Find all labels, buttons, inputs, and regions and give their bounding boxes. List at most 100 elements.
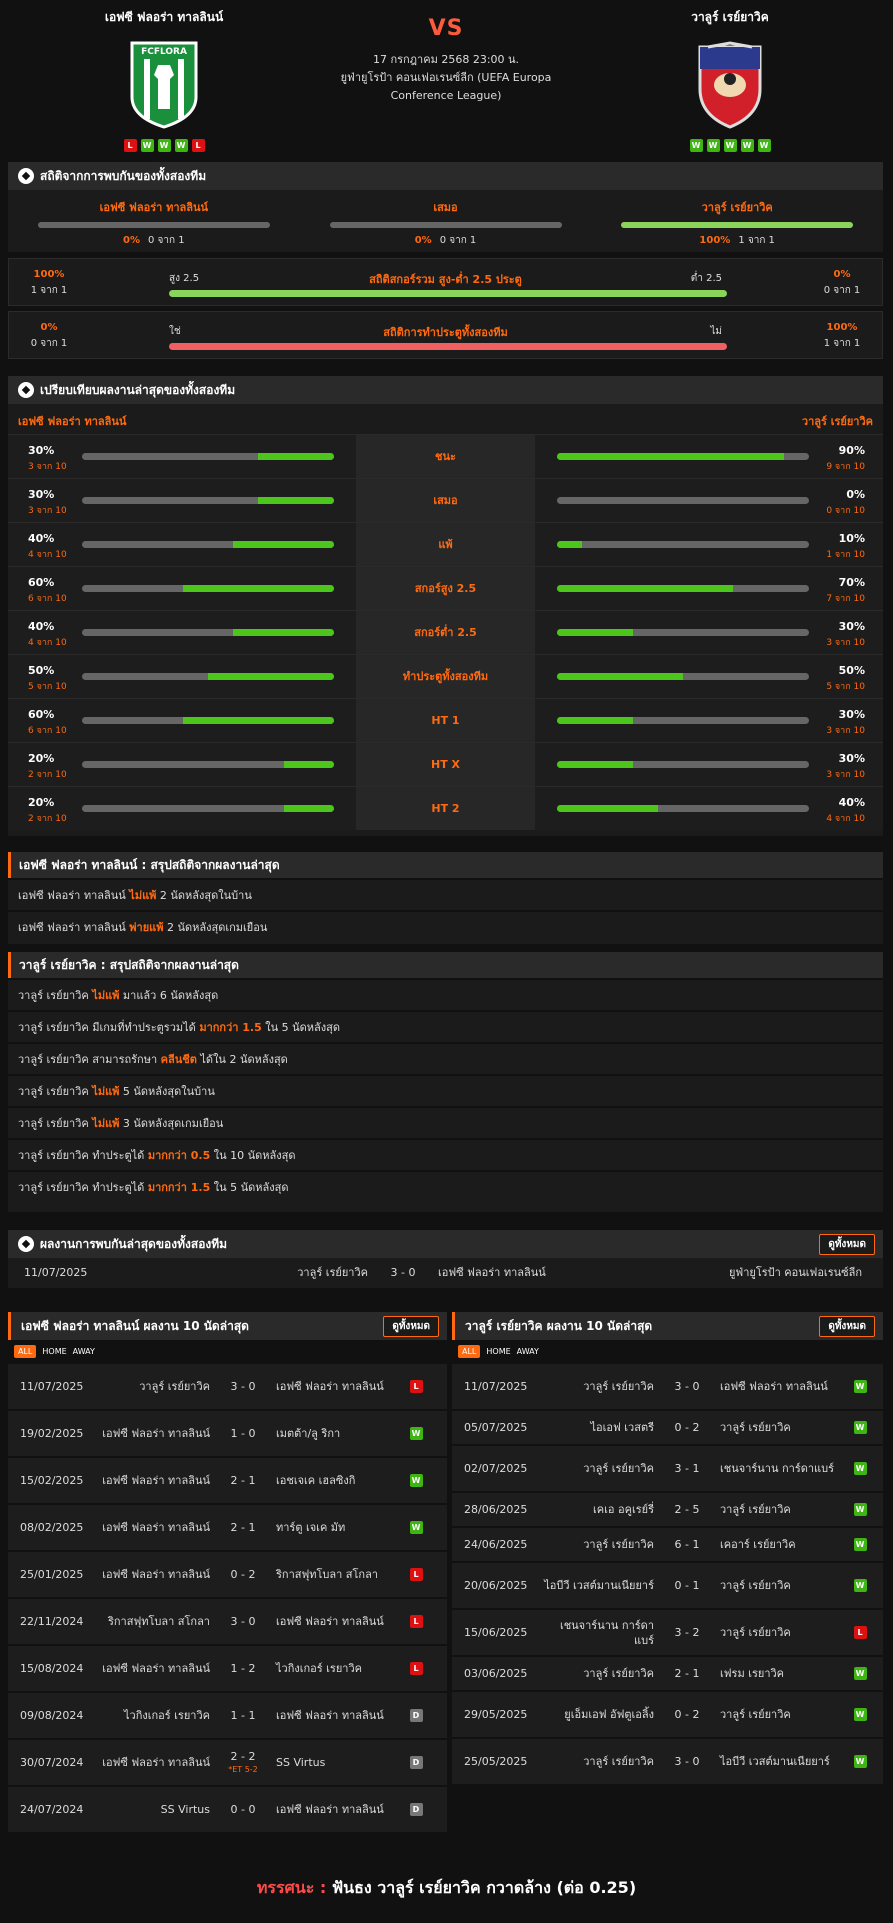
tab-away[interactable]: AWAY	[517, 1347, 539, 1356]
tab-home[interactable]: HOME	[486, 1347, 510, 1356]
compare-row: 30% 3 จาก 10 เสมอ 0% 0 จาก 10	[8, 478, 883, 522]
away-pct: 70%	[838, 576, 865, 589]
home-pct: 40%	[28, 620, 55, 633]
tab-home[interactable]: HOME	[42, 1347, 66, 1356]
result-badge: W	[853, 1421, 867, 1434]
compare-row: 20% 2 จาก 10 HT X 30% 3 จาก 10	[8, 742, 883, 786]
match-away: วาลูร์ เรย์ยาวิค	[720, 1626, 791, 1639]
away-sub: 1 จาก 10	[826, 550, 865, 560]
match-date: 25/05/2025	[464, 1755, 528, 1768]
h2h-bar	[329, 222, 562, 228]
summary-text: ใน 5 นัดหลังสุด	[261, 1021, 341, 1034]
home-pct: 30%	[28, 488, 55, 501]
match-home: ไวกิงเกอร์ เรยาวิค	[124, 1709, 210, 1722]
match-row[interactable]: 15/06/2025 เชนจาร์นาน การ์ดาแบร์ 3 - 2 วาลู…	[452, 1608, 883, 1655]
match-row[interactable]: 25/01/2025 เอฟซี ฟลอร่า ทาลลินน์ 0 - 2 ริกา…	[8, 1550, 447, 1597]
compare-away-side: 30% 3 จาก 10	[535, 611, 883, 654]
match-result: W	[840, 1421, 880, 1434]
away-team[interactable]: วาลูร์ เรย์ยาวิค WWWWW	[610, 8, 850, 152]
away-pct: 90%	[838, 444, 865, 457]
h2h-header: สถิติจากการพบกันของทั้งสองทีม	[8, 162, 883, 190]
match-row[interactable]: 09/08/2024 ไวกิงเกอร์ เรยาวิค 1 - 1 เอฟซี ฟ…	[8, 1691, 447, 1738]
home-pct: 20%	[28, 752, 55, 765]
verdict-key: ทรรศนะ :	[256, 1878, 327, 1897]
compare-label: สกอร์ต่ำ 2.5	[356, 611, 535, 654]
away-summary: วาลูร์ เรย์ยาวิค : สรุปสถิติจากผลงานล่าส…	[8, 952, 883, 1212]
last-meeting-header: ผลงานการพบกันล่าสุดของทั้งสองทีม ดูทั้งห…	[8, 1230, 883, 1258]
away-team-logo	[688, 39, 772, 129]
match-result: W	[840, 1667, 880, 1680]
tab-all[interactable]: ALL	[458, 1344, 481, 1358]
home-view-all-button[interactable]: ดูทั้งหมด	[383, 1315, 439, 1337]
home-bar	[82, 805, 334, 812]
summary-row: วาลูร์ เรย์ยาวิค ทำประตูได้ มากกว่า 0.5 …	[8, 1138, 883, 1170]
home-sub: 2 จาก 10	[28, 770, 67, 780]
tab-away[interactable]: AWAY	[73, 1347, 95, 1356]
result-badge: W	[409, 1521, 423, 1534]
away-bar	[557, 673, 809, 680]
home-team-name: เอฟซี ฟลอร่า ทาลลินน์	[104, 10, 224, 24]
home-sub: 6 จาก 10	[28, 594, 67, 604]
form-badge: L	[191, 139, 205, 152]
form-badge: L	[123, 139, 137, 152]
match-home: วาลูร์ เรย์ยาวิค	[583, 1462, 654, 1475]
home-team[interactable]: เอฟซี ฟลอร่า ทาลลินน์ FCFLORA LWWWL	[44, 8, 284, 152]
score-value: 0 - 2	[674, 1708, 700, 1721]
match-result: W	[840, 1503, 880, 1516]
match-row[interactable]: 03/06/2025 วาลูร์ เรย์ยาวิค 2 - 1 เฟรม เรยา…	[452, 1655, 883, 1690]
away-bar	[557, 761, 809, 768]
match-row[interactable]: 19/02/2025 เอฟซี ฟลอร่า ทาลลินน์ 1 - 0 เมตต…	[8, 1409, 447, 1456]
match-row[interactable]: 11/07/2025 วาลูร์ เรย์ยาวิค 3 - 0 เอฟซี ฟลอ…	[8, 1362, 447, 1409]
match-date: 30/07/2024	[20, 1756, 84, 1769]
home-pct: 60%	[28, 708, 55, 721]
match-row[interactable]: 25/05/2025 วาลูร์ เรย์ยาวิค 3 - 0 ไอบีวี เว…	[452, 1737, 883, 1784]
home-sub: 4 จาก 10	[28, 638, 67, 648]
view-all-button[interactable]: ดูทั้งหมด	[819, 1233, 875, 1255]
summary-highlight: ไม่แพ้	[92, 1117, 120, 1130]
summary-highlight: ไม่แพ้	[92, 1085, 120, 1098]
home-sub: 4 จาก 10	[28, 550, 67, 560]
match-score: 0 - 2	[654, 1708, 720, 1721]
match-score: 2 - 1	[654, 1667, 720, 1680]
match-row[interactable]: 20/06/2025 ไอบีวี เวสต์มานเนียยาร์ 0 - 1 วา…	[452, 1561, 883, 1608]
match-away: ไอบีวี เวสต์มานเนียยาร์	[720, 1755, 830, 1768]
summary-text: 2 นัดหลังสุดในบ้าน	[156, 889, 252, 902]
last-meeting-section: ผลงานการพบกันล่าสุดของทั้งสองทีม ดูทั้งห…	[8, 1230, 883, 1288]
away-pct: 10%	[838, 532, 865, 545]
h2h-title: สถิติจากการพบกันของทั้งสองทีม	[40, 168, 207, 183]
match-row[interactable]: 02/07/2025 วาลูร์ เรย์ยาวิค 3 - 1 เชนจาร์นา…	[452, 1444, 883, 1491]
away-sub: 0 จาก 10	[826, 506, 865, 516]
match-away: ไวกิงเกอร์ เรยาวิค	[276, 1662, 362, 1675]
match-row[interactable]: 30/07/2024 เอฟซี ฟลอร่า ทาลลินน์ 2 - 2 *ET …	[8, 1738, 447, 1785]
away-summary-list: วาลูร์ เรย์ยาวิค ไม่แพ้ มาแล้ว 6 นัดหลัง…	[8, 978, 883, 1202]
match-row[interactable]: 29/05/2025 ยูเอ็มเอฟ อัฟตูเอลิ้ง 0 - 2 วาลู…	[452, 1690, 883, 1737]
result-badge: L	[409, 1615, 423, 1628]
over-under-bar	[169, 290, 727, 297]
match-row[interactable]: 15/02/2025 เอฟซี ฟลอร่า ทาลลินน์ 2 - 1 เอชเ…	[8, 1456, 447, 1503]
match-date: 22/11/2024	[20, 1615, 84, 1628]
score-value: 1 - 1	[230, 1709, 256, 1722]
match-row[interactable]: 24/06/2025 วาลูร์ เรย์ยาวิค 6 - 1 เคอาร์ เร…	[452, 1526, 883, 1561]
compare-away-side: 40% 4 จาก 10	[535, 787, 883, 830]
svg-text:FCFLORA: FCFLORA	[141, 47, 187, 57]
match-away: เชนจาร์นาน การ์ดาแบร์	[720, 1462, 835, 1475]
home-bar	[82, 585, 334, 592]
match-row[interactable]: 22/11/2024 ริกาสฟุทโบลา สโกลา 3 - 0 เอฟซี ฟ…	[8, 1597, 447, 1644]
away-tabs: ALL HOME AWAY	[452, 1340, 883, 1362]
last-meeting-row[interactable]: 11/07/2025 วาลูร์ เรย์ยาวิค 3 - 0 เอฟซี …	[8, 1258, 883, 1286]
score-value: 0 - 0	[230, 1803, 256, 1816]
match-row[interactable]: 24/07/2024 SS Virtus 0 - 0 เอฟซี ฟลอร่า ทาล…	[8, 1785, 447, 1832]
tab-all[interactable]: ALL	[14, 1344, 37, 1358]
match-score: 1 - 0	[210, 1427, 276, 1440]
match-row[interactable]: 11/07/2025 วาลูร์ เรย์ยาวิค 3 - 0 เอฟซี ฟลอ…	[452, 1362, 883, 1409]
match-row[interactable]: 05/07/2025 ไอเอฟ เวสตรี 0 - 2 วาลูร์ เรย์ยา…	[452, 1409, 883, 1444]
match-row[interactable]: 15/08/2024 เอฟซี ฟลอร่า ทาลลินน์ 1 - 2 ไวกิ…	[8, 1644, 447, 1691]
compare-home-side: 40% 4 จาก 10	[8, 523, 356, 566]
away-view-all-button[interactable]: ดูทั้งหมด	[819, 1315, 875, 1337]
match-row[interactable]: 08/02/2025 เอฟซี ฟลอร่า ทาลลินน์ 2 - 1 ทาร์…	[8, 1503, 447, 1550]
compare-home-side: 20% 2 จาก 10	[8, 787, 356, 830]
match-row[interactable]: 28/06/2025 เคเอ อคูเรย์รี่ 2 - 5 วาลูร์ เรย…	[452, 1491, 883, 1526]
summary-text: วาลูร์ เรย์ยาวิค	[18, 989, 93, 1002]
result-badge: W	[853, 1380, 867, 1393]
btts-no-label: ไม่	[710, 326, 722, 337]
